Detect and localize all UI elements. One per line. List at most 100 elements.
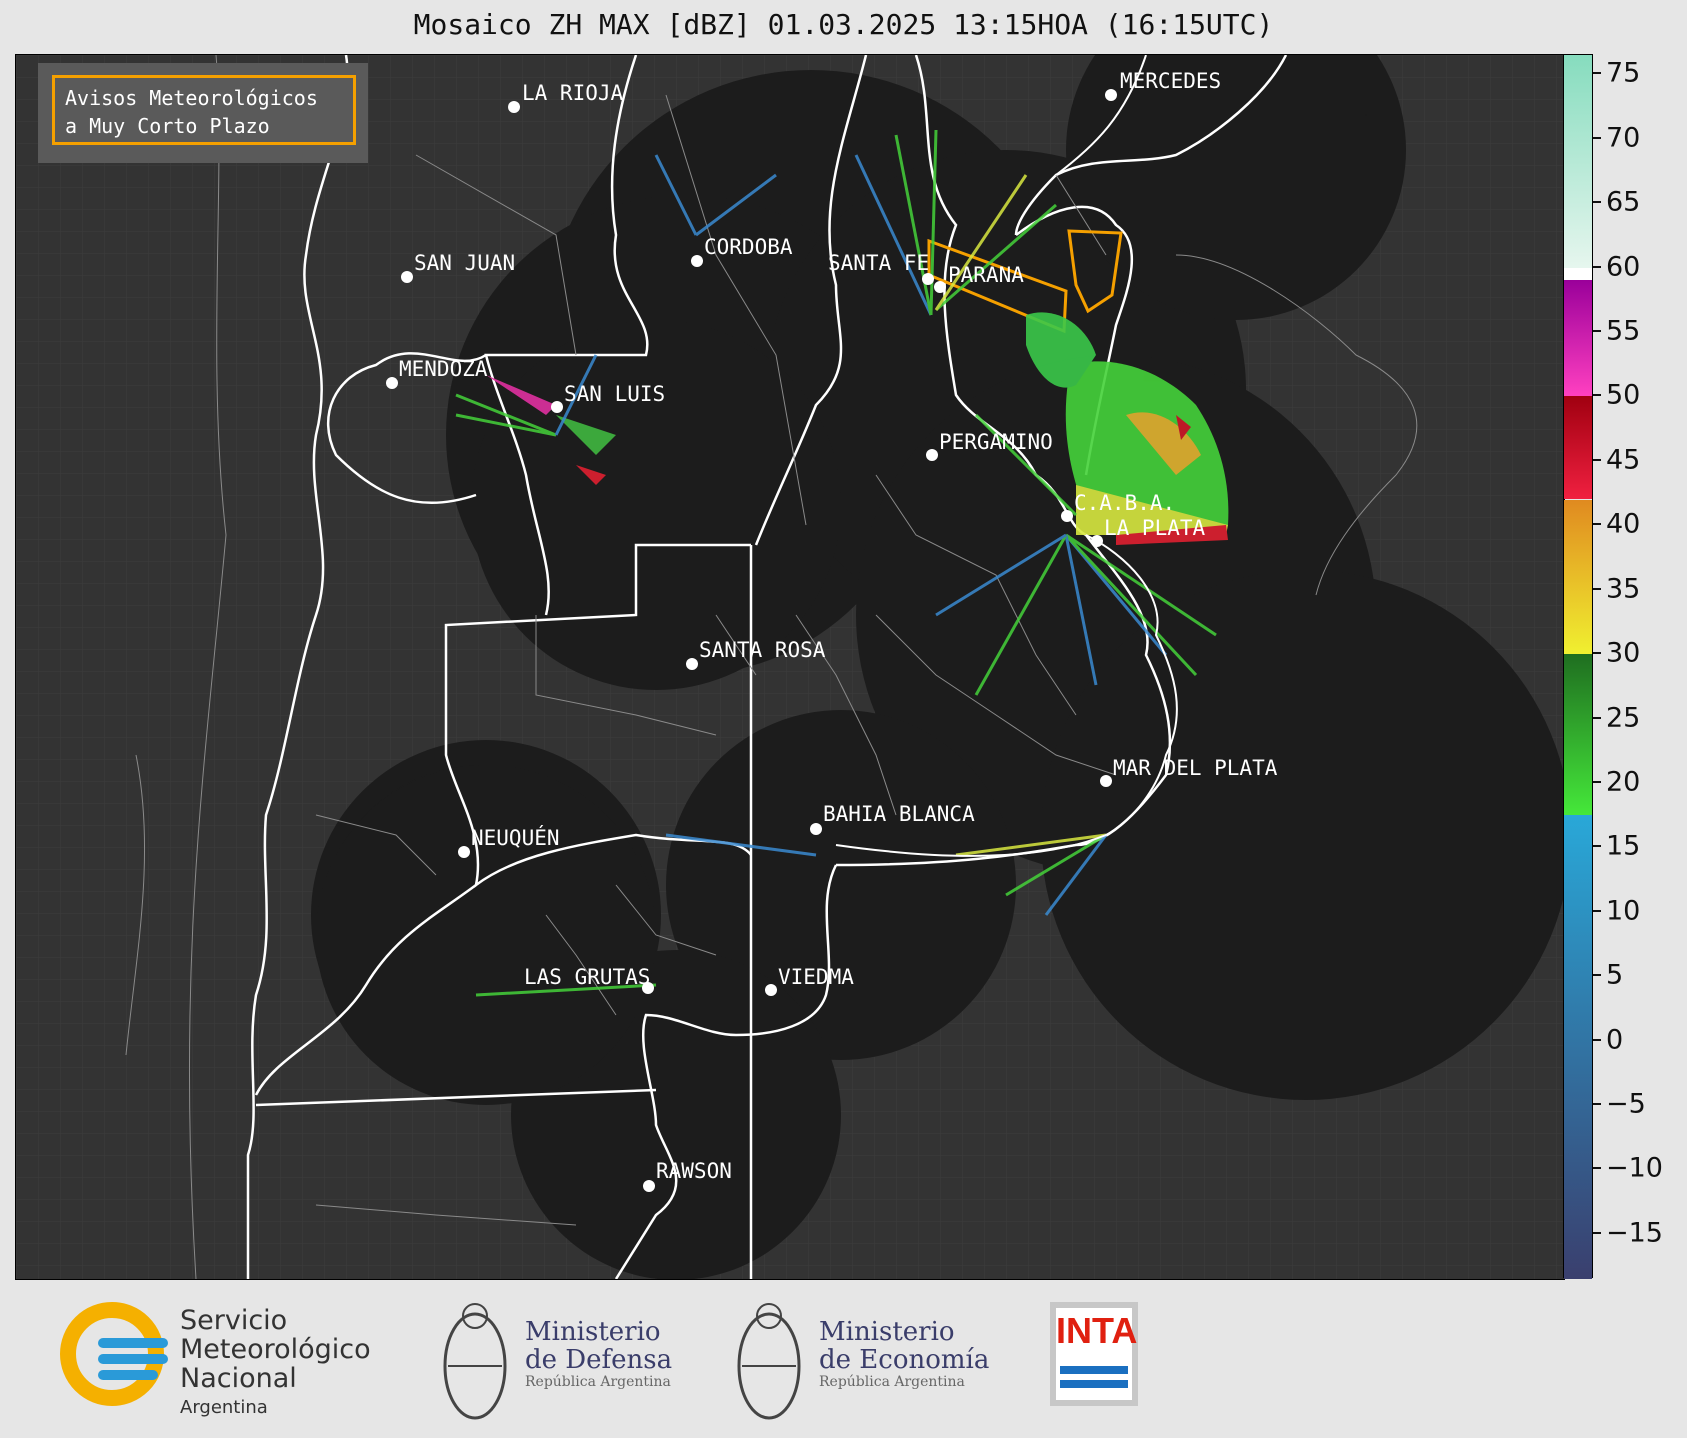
city-label-mar-del-plata: MAR DEL PLATA: [1113, 756, 1278, 780]
colorbar-tick: [1593, 330, 1601, 332]
defensa-name: Ministerio de Defensa República Argentin…: [525, 1318, 672, 1390]
city-dot-pergamino[interactable]: [926, 449, 938, 461]
city-dot-parana[interactable]: [934, 281, 946, 293]
city-label-san-luis: SAN LUIS: [564, 382, 666, 406]
economia-line-1: Ministerio: [819, 1317, 955, 1347]
city-label-santa-fe: SANTA FE: [828, 251, 930, 275]
colorbar-tick: [1593, 523, 1601, 526]
map-title: Mosaico ZH MAX [dBZ] 01.03.2025 13:15HOA…: [413, 8, 1274, 41]
city-label-bahia-blanca: BAHIA BLANCA: [823, 802, 975, 826]
city-label-san-juan: SAN JUAN: [414, 251, 516, 275]
colorbar-tick-label: −15: [1606, 1217, 1663, 1249]
city-dot-mendoza[interactable]: [386, 377, 398, 389]
smn-line-3: Nacional: [180, 1363, 297, 1394]
city-label-las-grutas: LAS GRUTAS: [524, 965, 651, 989]
city-label-mercedes: MERCEDES: [1120, 69, 1222, 93]
footer-logos: Servicio Meteorológico Nacional Argentin…: [0, 1282, 1687, 1438]
smn-icon: [60, 1302, 168, 1406]
colorbar-tick-label: 30: [1606, 637, 1641, 669]
inta-logo-face: INTA: [1056, 1308, 1138, 1400]
smn-name: Servicio Meteorológico Nacional Argentin…: [180, 1306, 371, 1422]
radar-map[interactable]: Avisos Meteorológicos a Muy Corto Plazo …: [15, 54, 1565, 1280]
city-label-cordoba: CORDOBA: [704, 235, 793, 259]
economia-line-3: República Argentina: [819, 1374, 965, 1390]
colorbar-tick: [1593, 974, 1601, 977]
city-label-parana: PARANA: [948, 263, 1024, 287]
colorbar-tick-label: 70: [1606, 122, 1641, 154]
colorbar-tick: [1593, 458, 1601, 461]
city-label-santa-rosa: SANTA ROSA: [699, 638, 826, 662]
colorbar-tick-label: 10: [1606, 895, 1641, 927]
colorbar-tick: [1593, 1231, 1601, 1234]
colorbar-tick: [1593, 265, 1601, 268]
city-dot-san-juan[interactable]: [401, 271, 413, 283]
city-dot-la-rioja[interactable]: [508, 101, 520, 113]
city-label-la-rioja: LA RIOJA: [522, 81, 624, 105]
city-dot-rawson[interactable]: [643, 1180, 655, 1192]
colorbar-tick-label: 65: [1606, 186, 1641, 218]
colorbar-tick-label: 5: [1606, 959, 1624, 991]
defensa-line-3: República Argentina: [525, 1374, 671, 1390]
city-dot-mercedes[interactable]: [1105, 89, 1117, 101]
city-label-rawson: RAWSON: [656, 1159, 732, 1183]
smn-logo: Servicio Meteorológico Nacional Argentin…: [60, 1302, 371, 1418]
colorbar-tick: [1593, 652, 1601, 655]
colorbar-tick-label: 45: [1606, 444, 1641, 476]
colorbar-tick-label: 20: [1606, 766, 1641, 798]
warning-legend-frame: Avisos Meteorológicos a Muy Corto Plazo: [52, 75, 356, 145]
colorbar-band: [1564, 267, 1592, 281]
colorbar-tick: [1593, 780, 1601, 783]
city-dot-santa-rosa[interactable]: [686, 658, 698, 670]
colorbar-tick: [1593, 72, 1601, 75]
city-label-caba: C.A.B.A.: [1074, 491, 1176, 515]
colorbar-tick: [1593, 587, 1601, 590]
inta-logo: INTA: [1050, 1302, 1138, 1406]
colorbar-band: [1564, 280, 1592, 397]
defensa-seal-icon: [443, 1303, 507, 1420]
economia-name: Ministerio de Economía República Argenti…: [819, 1318, 989, 1390]
colorbar-tick: [1593, 201, 1601, 204]
colorbar-tick-label: 25: [1606, 702, 1641, 734]
colorbar-tick: [1593, 1167, 1601, 1170]
colorbar-tick-label: −5: [1606, 1088, 1646, 1120]
inta-text: INTA: [1056, 1310, 1138, 1351]
city-dot-caba[interactable]: [1061, 510, 1073, 522]
colorbar-tick: [1593, 1103, 1601, 1106]
colorbar-tick: [1593, 136, 1601, 139]
colorbar-tick-label: 75: [1606, 57, 1641, 89]
colorbar-tick-label: 55: [1606, 315, 1641, 347]
colorbar-tick-label: 60: [1606, 251, 1641, 283]
colorbar-band: [1564, 396, 1592, 500]
colorbar-tick-label: 15: [1606, 830, 1641, 862]
legend-line-1: Avisos Meteorológicos: [65, 86, 318, 110]
colorbar-tick-label: 35: [1606, 573, 1641, 605]
city-label-la-plata: LA PLATA: [1104, 516, 1206, 540]
colorbar-tick-label: 0: [1606, 1024, 1624, 1056]
city-dot-viedma[interactable]: [765, 984, 777, 996]
defensa-line-1: Ministerio: [525, 1317, 661, 1347]
colorbar-band: [1564, 499, 1592, 655]
colorbar-tick-label: 40: [1606, 508, 1641, 540]
colorbar-tick: [1593, 1038, 1601, 1041]
colorbar-tick: [1593, 716, 1601, 719]
city-label-viedma: VIEDMA: [778, 965, 854, 989]
legend-line-2: a Muy Corto Plazo: [65, 114, 270, 138]
city-dot-bahia-blanca[interactable]: [810, 823, 822, 835]
city-dot-neuquen[interactable]: [458, 846, 470, 858]
colorbar-tick: [1593, 394, 1601, 397]
smn-line-1: Servicio: [180, 1305, 288, 1336]
city-dot-cordoba[interactable]: [691, 255, 703, 267]
warning-legend: Avisos Meteorológicos a Muy Corto Plazo: [38, 63, 368, 163]
defensa-line-2: de Defensa: [525, 1345, 673, 1375]
inta-stripe-2: [1060, 1380, 1128, 1388]
colorbar-band: [1564, 55, 1592, 268]
colorbar-tick-label: −10: [1606, 1152, 1663, 1184]
dbz-colorbar: [1563, 54, 1593, 1279]
city-label-pergamino: PERGAMINO: [939, 430, 1053, 454]
colorbar-tick-label: 50: [1606, 379, 1641, 411]
smn-line-4: Argentina: [180, 1397, 268, 1418]
city-dot-la-plata[interactable]: [1091, 535, 1103, 547]
city-dot-san-luis[interactable]: [551, 401, 563, 413]
economia-line-2: de Economía: [819, 1345, 990, 1375]
city-dot-mar-del-plata[interactable]: [1100, 775, 1112, 787]
